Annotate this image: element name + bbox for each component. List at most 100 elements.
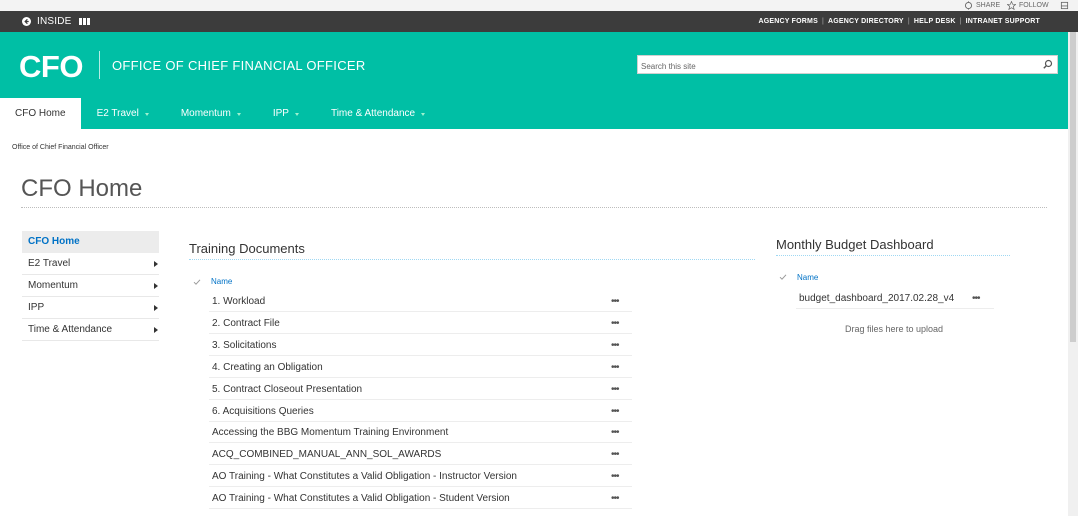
agency-directory-link[interactable]: AGENCY DIRECTORY [828,18,904,25]
chevron-right-icon [154,327,158,333]
training-title-divider [189,259,755,260]
share-button[interactable]: SHARE [964,0,1000,11]
training-documents-title[interactable]: Training Documents [189,241,305,256]
leftnav-label: Momentum [28,280,79,291]
document-link[interactable]: 5. Contract Closeout Presentation [212,384,362,395]
document-row[interactable]: 1. Workload ••• [209,291,632,312]
leftnav-label: Time & Attendance [28,324,113,335]
document-link[interactable]: 6. Acquisitions Queries [212,406,314,417]
utility-strip: SHARE FOLLOW [0,0,1078,11]
nav-e2-travel[interactable]: E2 Travel [81,98,165,129]
leftnav-item-momentum[interactable]: Momentum [22,275,159,297]
document-link[interactable]: 4. Creating an Obligation [212,362,323,373]
document-row[interactable]: Accessing the BBG Momentum Training Envi… [209,422,632,443]
more-options-icon[interactable]: ••• [611,401,619,422]
document-link[interactable]: AO Training - What Constitutes a Valid O… [212,493,510,504]
cfo-logo[interactable]: CFO [19,49,83,85]
site-title[interactable]: OFFICE OF CHIEF FINANCIAL OFFICER [112,58,366,73]
column-header-name[interactable]: Name [797,273,818,282]
scrollbar-thumb[interactable] [1070,32,1076,342]
logo-divider [99,51,100,79]
select-all-check-icon[interactable] [779,273,787,281]
chevron-right-icon [154,305,158,311]
document-row[interactable]: 2. Contract File ••• [209,313,632,334]
caret-down-icon [144,112,149,116]
more-options-icon[interactable]: ••• [611,335,619,356]
leftnav-item-e2-travel[interactable]: E2 Travel [22,253,159,275]
more-options-icon[interactable]: ••• [611,357,619,378]
page-title: CFO Home [21,175,143,202]
select-all-check-icon[interactable] [193,278,201,286]
search-box [637,55,1058,75]
help-desk-link[interactable]: HELP DESK [914,18,956,25]
chevron-right-icon [154,261,158,267]
chevron-right-icon [154,283,158,289]
top-links: AGENCY FORMS | AGENCY DIRECTORY | HELP D… [758,18,1040,25]
search-input[interactable] [638,58,1028,75]
document-row[interactable]: ACQ_COMBINED_MANUAL_ANN_SOL_AWARDS ••• [209,444,632,465]
more-options-icon[interactable]: ••• [611,291,619,312]
more-options-icon[interactable]: ••• [611,313,619,334]
title-divider [21,207,1047,208]
caret-down-icon [421,112,426,116]
nav-label: CFO Home [15,108,66,119]
document-link[interactable]: Accessing the BBG Momentum Training Envi… [212,427,448,438]
intranet-support-link[interactable]: INTRANET SUPPORT [966,18,1040,25]
document-row[interactable]: 5. Contract Closeout Presentation ••• [209,379,632,400]
nav-label: Momentum [180,108,231,119]
follow-button[interactable]: FOLLOW [1007,0,1049,11]
leftnav-item-time-attendance[interactable]: Time & Attendance [22,319,159,341]
agency-forms-link[interactable]: AGENCY FORMS [759,18,818,25]
nav-time-attendance[interactable]: Time & Attendance [315,98,441,129]
site-header: CFO OFFICE OF CHIEF FINANCIAL OFFICER CF… [0,32,1068,129]
inside-label: INSIDE [37,16,72,27]
star-icon [1007,1,1016,10]
budget-title-divider [776,255,1010,256]
document-row[interactable]: 6. Acquisitions Queries ••• [209,401,632,422]
drag-drop-hint: Drag files here to upload [845,324,944,334]
more-options-icon[interactable]: ••• [611,444,619,465]
nav-label: Time & Attendance [330,108,416,119]
breadcrumb[interactable]: Office of Chief Financial Officer [12,144,109,151]
search-icon[interactable] [1041,58,1054,71]
document-row[interactable]: 4. Creating an Obligation ••• [209,357,632,378]
caret-down-icon [236,112,241,116]
leftnav-item-cfo-home[interactable]: CFO Home [22,231,159,253]
nav-cfo-home[interactable]: CFO Home [0,98,81,129]
more-options-icon[interactable]: ••• [611,379,619,400]
more-options-icon[interactable]: ••• [611,466,619,487]
document-row[interactable]: AO Training - What Constitutes a Valid O… [209,488,632,509]
focus-content-button[interactable] [1060,0,1069,11]
follow-label: FOLLOW [1019,2,1049,9]
more-options-icon[interactable]: ••• [611,488,619,509]
more-options-icon[interactable]: ••• [972,289,980,309]
leftnav-label: E2 Travel [28,258,71,269]
nav-label: E2 Travel [96,108,139,119]
document-link[interactable]: 2. Contract File [212,318,280,329]
document-link[interactable]: AO Training - What Constitutes a Valid O… [212,471,517,482]
nav-momentum[interactable]: Momentum [165,98,257,129]
inside-back-link[interactable]: INSIDE [22,11,90,32]
document-row[interactable]: 3. Solicitations ••• [209,335,632,356]
document-link[interactable]: budget_dashboard_2017.02.28_v4 [799,293,954,304]
nav-ipp[interactable]: IPP [257,98,315,129]
leftnav-item-ipp[interactable]: IPP [22,297,159,319]
more-options-icon[interactable]: ••• [611,422,619,443]
quick-launch: CFO Home E2 Travel Momentum IPP Time & A… [22,231,159,341]
document-row[interactable]: AO Training - What Constitutes a Valid O… [209,466,632,487]
document-link[interactable]: 3. Solicitations [212,340,276,351]
document-link[interactable]: ACQ_COMBINED_MANUAL_ANN_SOL_AWARDS [212,449,441,460]
page-scrollbar[interactable] [1068,32,1078,516]
global-nav-bar: INSIDE AGENCY FORMS | AGENCY DIRECTORY |… [0,11,1078,32]
document-link[interactable]: 1. Workload [212,296,265,307]
document-row[interactable]: budget_dashboard_2017.02.28_v4 ••• [796,289,994,309]
back-arrow-icon [22,17,31,26]
nav-label: IPP [272,108,289,119]
caret-down-icon [294,112,299,116]
leftnav-label: IPP [28,302,45,313]
budget-dashboard-title[interactable]: Monthly Budget Dashboard [776,237,934,252]
focus-icon [1060,1,1069,10]
share-icon [964,1,973,10]
agency-logo-icon [78,18,90,25]
column-header-name[interactable]: Name [211,277,232,286]
